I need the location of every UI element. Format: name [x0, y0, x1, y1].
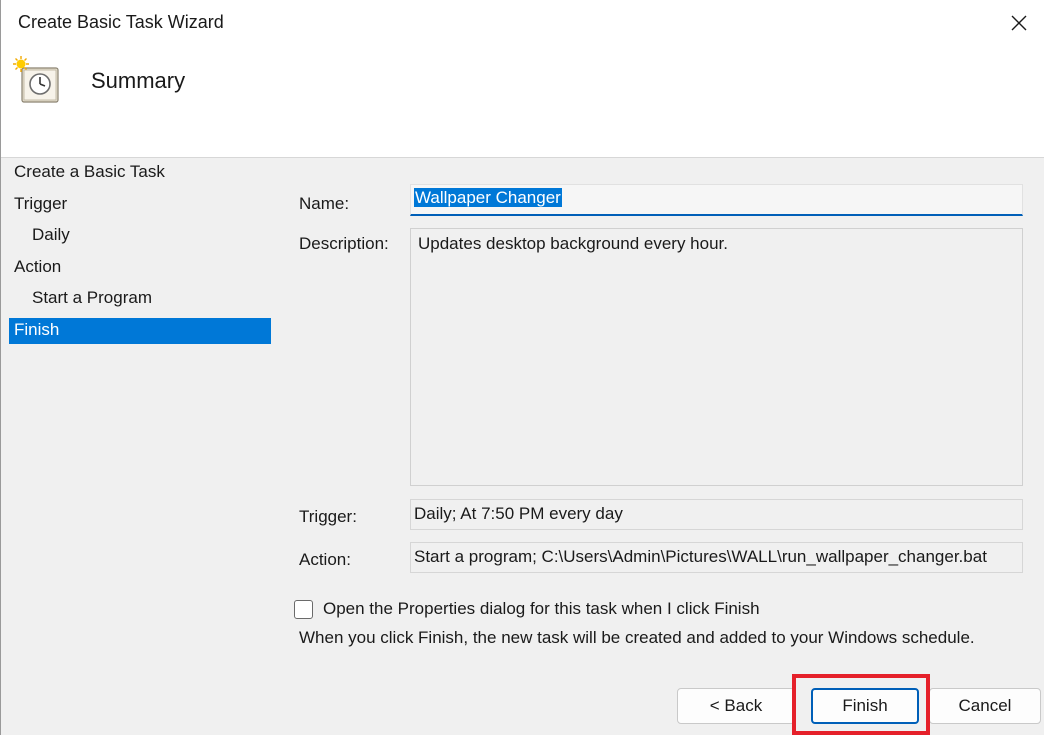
step-finish: Finish [9, 317, 271, 344]
back-button[interactable]: < Back [677, 688, 795, 724]
step-start-a-program: Start a Program [32, 288, 152, 307]
name-value: Wallpaper Changer [414, 188, 562, 207]
finish-button[interactable]: Finish [811, 688, 919, 724]
close-button[interactable] [994, 0, 1044, 46]
step-create-basic-task: Create a Basic Task [14, 162, 165, 181]
close-icon [1011, 15, 1027, 31]
description-label: Description: [299, 234, 389, 253]
name-field[interactable]: Wallpaper Changer [410, 184, 1023, 216]
task-scheduler-clock-icon [13, 56, 59, 103]
wizard-steps: Create a Basic Task Trigger Daily Action… [9, 158, 271, 344]
wizard-header: Summary [1, 46, 1044, 158]
open-properties-checkbox[interactable] [294, 599, 313, 619]
name-label: Name: [299, 194, 350, 213]
title-bar: Create Basic Task Wizard [1, 0, 1044, 46]
window-title: Create Basic Task Wizard [18, 12, 224, 32]
action-label: Action: [299, 550, 351, 569]
cancel-button[interactable]: Cancel [929, 688, 1041, 724]
action-field: Start a program; C:\Users\Admin\Pictures… [410, 542, 1023, 573]
page-title: Summary [91, 68, 186, 93]
step-daily: Daily [32, 225, 70, 244]
trigger-field: Daily; At 7:50 PM every day [410, 499, 1023, 530]
open-properties-option[interactable]: Open the Properties dialog for this task… [294, 598, 760, 620]
finish-note: When you click Finish, the new task will… [299, 628, 975, 647]
trigger-label: Trigger: [299, 507, 357, 526]
summary-panel: Name: Wallpaper Changer Description: Upd… [279, 158, 1044, 735]
step-action: Action [14, 256, 62, 276]
wizard-window: Create Basic Task Wizard Summary Create … [0, 0, 1044, 735]
step-trigger: Trigger [14, 193, 68, 213]
description-field[interactable]: Updates desktop background every hour. [410, 228, 1023, 486]
open-properties-label[interactable]: Open the Properties dialog for this task… [323, 599, 760, 619]
